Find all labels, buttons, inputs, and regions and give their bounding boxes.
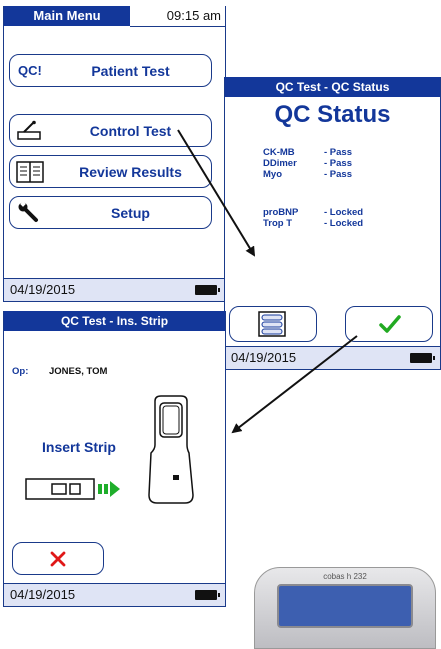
battery-icon: [410, 353, 435, 363]
insert-strip-screen: QC Test - Ins. Strip Op: JONES, TOM Inse…: [3, 311, 226, 607]
review-results-label: Review Results: [79, 164, 182, 180]
wrench-icon: [16, 201, 44, 224]
result-name: CK-MB: [263, 147, 295, 158]
result-name: DDimer: [263, 158, 297, 169]
main-menu-title: Main Menu: [4, 6, 130, 26]
operator-label: Op:: [12, 366, 29, 377]
operator-name: JONES, TOM: [49, 366, 108, 377]
book-icon: [16, 161, 44, 183]
result-name: proBNP: [263, 207, 299, 218]
control-test-label: Control Test: [89, 123, 172, 139]
status-bar: 04/19/2015: [4, 583, 225, 606]
insert-strip-instruction: Insert Strip: [42, 439, 116, 455]
meter-device-photo: cobas h 232: [254, 567, 436, 649]
strip-insert-illustration: [25, 478, 120, 500]
status-bar: 04/19/2015: [225, 346, 440, 369]
operator-row: Op: JONES, TOM: [12, 366, 107, 377]
result-name: Trop T: [263, 218, 293, 229]
review-results-button[interactable]: Review Results: [9, 155, 212, 188]
battery-icon: [195, 590, 220, 600]
setup-label: Setup: [111, 205, 150, 221]
patient-test-label: Patient Test: [91, 63, 170, 79]
control-test-button[interactable]: Control Test: [9, 114, 212, 147]
strip-icon: [16, 120, 44, 142]
qc-icon: QC!: [18, 63, 42, 78]
device-screen: [277, 584, 413, 628]
x-icon: [50, 551, 66, 567]
checkmark-icon: [379, 315, 401, 333]
battery-icon: [195, 285, 220, 295]
main-menu-screen: Main Menu 09:15 am QC! Patient Test Cont…: [3, 6, 226, 302]
device-brand-label: cobas h 232: [323, 572, 367, 581]
patient-test-button[interactable]: QC! Patient Test: [9, 54, 212, 87]
setup-button[interactable]: Setup: [9, 196, 212, 229]
result-status: - Pass: [324, 147, 352, 158]
confirm-button[interactable]: [345, 306, 433, 342]
date-display: 04/19/2015: [10, 587, 76, 602]
insert-strip-header: QC Test - Ins. Strip: [4, 311, 225, 331]
meter-device-icon: [148, 395, 194, 504]
cancel-button[interactable]: [12, 542, 104, 575]
result-name: Myo: [263, 169, 282, 180]
title-bar-line: [130, 6, 225, 27]
result-status: - Pass: [324, 169, 352, 180]
list-button[interactable]: [229, 306, 317, 342]
result-status: - Locked: [324, 218, 364, 229]
date-display: 04/19/2015: [10, 282, 76, 297]
result-status: - Pass: [324, 158, 352, 169]
result-status: - Locked: [324, 207, 364, 218]
qc-status-title: QC Status: [274, 101, 391, 128]
date-display: 04/19/2015: [231, 350, 297, 365]
qc-status-header: QC Test - QC Status: [225, 77, 440, 97]
list-icon: [258, 311, 286, 337]
status-bar: 04/19/2015: [4, 278, 225, 301]
